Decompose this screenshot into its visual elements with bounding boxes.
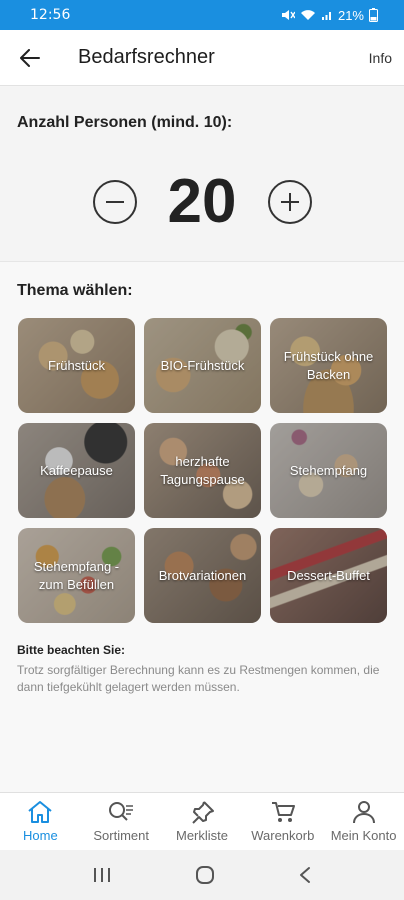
- note-text: Trotz sorgfältiger Berechnung kann es zu…: [17, 663, 380, 694]
- themes-section: Thema wählen: Frühstück BIO-Frühstück Fr…: [0, 262, 404, 792]
- nav-item-warenkorb[interactable]: Warenkorb: [242, 793, 323, 850]
- nav-item-mein-konto[interactable]: Mein Konto: [323, 793, 404, 850]
- nav-label: Mein Konto: [330, 828, 397, 843]
- mute-icon: [281, 10, 295, 20]
- theme-tile-fruehstueck[interactable]: Frühstück: [18, 318, 135, 413]
- decrement-button[interactable]: [93, 180, 137, 224]
- persons-section: Anzahl Personen (mind. 10): 20: [0, 87, 404, 261]
- theme-tile-dessert-buffet[interactable]: Dessert-Buffet: [270, 528, 387, 623]
- page-title: Bedarfsrechner: [78, 46, 215, 68]
- theme-tile-fruehstueck-ohne-backen[interactable]: Frühstück ohne Backen: [270, 318, 387, 413]
- info-button[interactable]: Info: [369, 50, 392, 66]
- theme-grid: Frühstück BIO-Frühstück Frühstück ohne B…: [18, 318, 388, 623]
- app-bar: Bedarfsrechner Info: [0, 30, 404, 86]
- nav-label: Home: [23, 828, 58, 843]
- pin-icon: [192, 801, 214, 824]
- back-button[interactable]: [2, 30, 58, 86]
- wifi-icon: [300, 10, 315, 20]
- theme-label: Kaffeepause: [40, 462, 113, 478]
- minus-icon: [106, 201, 124, 203]
- signal-icon: [321, 12, 331, 20]
- theme-tile-stehempfang-befuellen[interactable]: Stehempfang - zum Befüllen: [18, 528, 135, 623]
- increment-button[interactable]: [268, 180, 312, 224]
- arrow-left-icon: [20, 48, 40, 67]
- nav-label: Sortiment: [93, 828, 150, 843]
- persons-count: 20: [167, 167, 237, 236]
- theme-tile-brotvariationen[interactable]: Brotvariationen: [144, 528, 261, 623]
- persons-label: Anzahl Personen (mind. 10):: [17, 114, 233, 131]
- theme-tile-kaffeepause[interactable]: Kaffeepause: [18, 423, 135, 518]
- system-back-icon[interactable]: [298, 866, 312, 884]
- home-circle-icon[interactable]: [195, 865, 215, 885]
- theme-label: Brotvariationen: [158, 567, 247, 583]
- themes-label: Thema wählen:: [17, 282, 133, 299]
- persons-stepper: 20: [0, 169, 404, 239]
- theme-label: Dessert-Buffet: [287, 567, 370, 583]
- theme-label: Frühstück: [47, 357, 106, 373]
- recent-apps-icon[interactable]: [92, 866, 112, 884]
- theme-label: Frühstück ohne Backen: [283, 348, 374, 382]
- search-list-icon: [109, 802, 134, 821]
- theme-tile-herzhafte-tagungspause[interactable]: herzhafte Tagungspause: [144, 423, 261, 518]
- battery-icon: [369, 8, 378, 22]
- status-icons: 21%: [281, 8, 378, 23]
- plus-icon: [281, 193, 299, 211]
- home-icon: [28, 801, 53, 823]
- nav-item-home[interactable]: Home: [0, 793, 81, 850]
- system-navigation: [0, 850, 404, 900]
- theme-label: Stehempfang: [289, 462, 368, 478]
- status-time: 12:56: [30, 7, 71, 23]
- nav-label: Merkliste: [175, 828, 228, 843]
- theme-tile-stehempfang[interactable]: Stehempfang: [270, 423, 387, 518]
- nav-item-sortiment[interactable]: Sortiment: [81, 793, 162, 850]
- theme-label: herzhafte Tagungspause: [160, 453, 245, 487]
- nav-item-merkliste[interactable]: Merkliste: [162, 793, 243, 850]
- note-title: Bitte beachten Sie:: [17, 643, 126, 657]
- theme-tile-bio-fruehstueck[interactable]: BIO-Frühstück: [144, 318, 261, 413]
- theme-label: Stehempfang - zum Befüllen: [33, 558, 120, 592]
- person-icon: [352, 801, 375, 824]
- cart-icon: [271, 802, 295, 822]
- status-bar: 12:56 21%: [0, 0, 404, 30]
- theme-label: BIO-Frühstück: [160, 357, 245, 373]
- bottom-navigation: Home Sortiment Merkliste Warenkorb Mein …: [0, 792, 404, 850]
- battery-percent: 21%: [337, 7, 364, 23]
- nav-label: Warenkorb: [251, 828, 315, 843]
